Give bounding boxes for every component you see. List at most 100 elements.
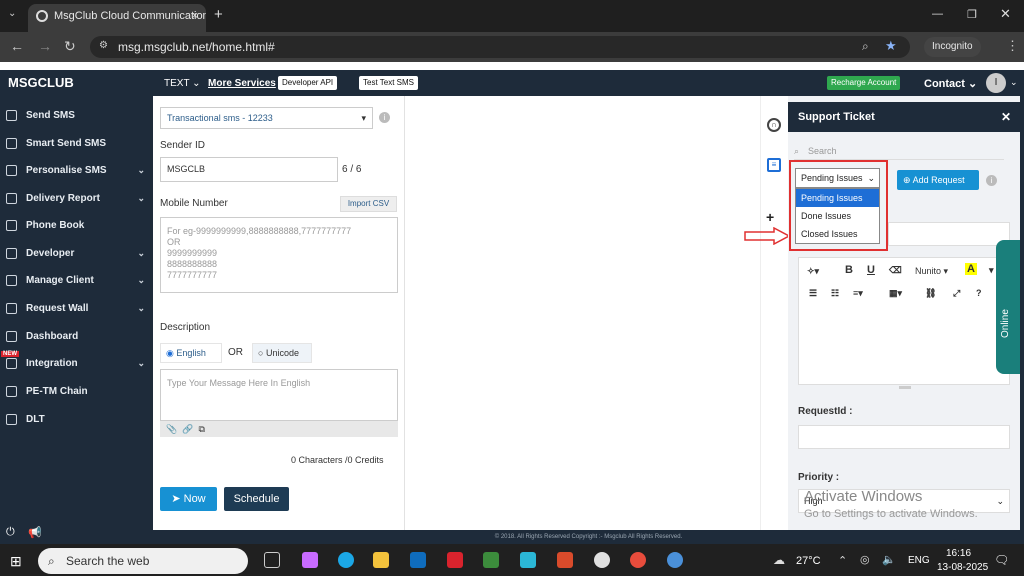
tab-search-icon[interactable]: ⌄: [8, 8, 16, 19]
outlook-icon[interactable]: [410, 552, 426, 568]
network-icon[interactable]: ◎: [860, 553, 870, 566]
eraser-icon[interactable]: ⌫: [889, 265, 902, 276]
underline-icon[interactable]: U: [867, 264, 875, 276]
mobile-placeholder-line: 8888888888: [167, 259, 218, 269]
info-icon[interactable]: i: [379, 112, 390, 123]
minimize-icon[interactable]: —: [932, 8, 943, 20]
incognito-badge[interactable]: Incognito: [924, 37, 981, 57]
sheets-icon[interactable]: [483, 552, 499, 568]
notification-icon[interactable]: 🗨: [994, 553, 1009, 567]
close-icon[interactable]: ✕: [1001, 110, 1011, 124]
windows-start-icon[interactable]: ⊞: [10, 553, 22, 570]
link-icon[interactable]: ⛓: [925, 288, 936, 299]
sidebar-item-dlt[interactable]: DLT: [0, 406, 153, 433]
developer-api-button[interactable]: Developer API: [278, 76, 338, 90]
message-field[interactable]: Type Your Message Here In English: [160, 369, 398, 421]
power-icon[interactable]: ⏻: [6, 526, 15, 539]
restore-icon[interactable]: ❐: [967, 8, 977, 21]
copy-icon[interactable]: ⧉: [198, 424, 204, 434]
test-text-sms-button[interactable]: Test Text SMS: [359, 76, 418, 90]
sidebar-item-integration[interactable]: Integration ⌄: [0, 350, 153, 377]
sidebar-item-delivery-report[interactable]: Delivery Report ⌄: [0, 185, 153, 212]
magic-wand-icon[interactable]: ✧▾: [807, 266, 819, 277]
info-icon[interactable]: i: [986, 175, 997, 186]
help-icon[interactable]: ?: [976, 288, 982, 298]
sidebar-item-smart-send-sms[interactable]: Smart Send SMS: [0, 130, 153, 157]
file-explorer-icon[interactable]: [373, 552, 389, 568]
language-indicator[interactable]: ENG: [908, 555, 930, 566]
tray-chevron-icon[interactable]: ⌃: [838, 554, 847, 567]
anydesk-icon[interactable]: [557, 552, 573, 568]
request-id-field[interactable]: [798, 425, 1010, 449]
url-field[interactable]: msg.msgclub.net/home.html#: [90, 36, 910, 58]
avatar-chevron-icon[interactable]: ⌄: [1010, 77, 1018, 88]
sidebar-item-request-wall[interactable]: Request Wall ⌄: [0, 295, 153, 322]
link-icon[interactable]: 🔗: [182, 424, 193, 434]
app-icon[interactable]: [667, 552, 683, 568]
sidebar-item-dashboard[interactable]: Dashboard: [0, 323, 153, 350]
back-icon[interactable]: ←: [10, 38, 24, 54]
close-tab-icon[interactable]: ×: [192, 4, 198, 28]
scrollbar[interactable]: [1020, 96, 1024, 530]
sidebar-item-manage-client[interactable]: Manage Client ⌄: [0, 267, 153, 294]
align-icon[interactable]: ≡▾: [853, 288, 863, 299]
avatar[interactable]: I: [986, 73, 1006, 93]
forward-icon[interactable]: →: [38, 38, 52, 54]
text-menu[interactable]: TEXT ⌄: [164, 78, 201, 89]
edge-icon[interactable]: [338, 552, 354, 568]
font-select[interactable]: Nunito ▾: [915, 266, 948, 277]
site-info-icon[interactable]: ⚙: [99, 40, 108, 51]
sender-id-field[interactable]: MSGCLB: [160, 157, 338, 182]
support-headset-icon[interactable]: ∩: [767, 118, 781, 132]
plus-icon[interactable]: +: [766, 209, 774, 225]
reload-icon[interactable]: ↻: [64, 38, 76, 55]
contact-menu[interactable]: Contact ⌄: [924, 77, 977, 90]
bookmark-star-icon[interactable]: ★: [885, 38, 897, 54]
chrome-icon[interactable]: [594, 552, 610, 568]
sidebar-item-personalise-sms[interactable]: Personalise SMS ⌄: [0, 157, 153, 184]
sidebar-item-pe-tm-chain[interactable]: PE-TM Chain: [0, 378, 153, 405]
schedule-button[interactable]: Schedule: [224, 487, 289, 511]
new-tab-icon[interactable]: +: [214, 6, 223, 23]
browser-tab[interactable]: MsgClub Cloud Communication ×: [28, 4, 206, 32]
sidebar-item-developer[interactable]: Developer ⌄: [0, 240, 153, 267]
announce-icon[interactable]: 📢: [28, 526, 42, 539]
add-request-button[interactable]: ⊕ Add Request: [897, 170, 979, 190]
search-input[interactable]: ⌕ Search: [794, 142, 1004, 160]
chrome-profile-icon[interactable]: [630, 552, 646, 568]
add-request-label: Add Request: [912, 175, 965, 185]
text-color-icon[interactable]: A: [965, 263, 977, 275]
sidebar-item-send-sms[interactable]: Send SMS: [0, 102, 153, 129]
copilot-icon[interactable]: [302, 552, 318, 568]
menu-icon[interactable]: ⋮: [1006, 38, 1019, 54]
volume-icon[interactable]: 🔈: [882, 553, 896, 566]
more-services-link[interactable]: More Services: [208, 78, 276, 89]
attachment-icon[interactable]: 📎: [166, 424, 177, 434]
bold-icon[interactable]: B: [845, 264, 853, 276]
numbered-list-icon[interactable]: ☷: [831, 288, 839, 299]
weather-icon[interactable]: ☁: [773, 553, 785, 567]
unicode-radio[interactable]: ○ Unicode: [252, 343, 312, 363]
ticket-icon[interactable]: ≡: [767, 158, 781, 172]
wps-icon[interactable]: [447, 552, 463, 568]
recharge-account-button[interactable]: Recharge Account: [827, 76, 901, 90]
route-select[interactable]: Transactional sms - 12233 ▾: [160, 107, 373, 129]
online-chat-tab[interactable]: [996, 240, 1022, 374]
zoom-icon[interactable]: ⌕: [862, 39, 869, 54]
app-icon[interactable]: [520, 552, 536, 568]
table-icon[interactable]: ▦▾: [889, 288, 902, 299]
mobile-number-field[interactable]: For eg-9999999999,8888888888,7777777777 …: [160, 217, 398, 293]
taskbar-search[interactable]: ⌕ Search the web: [38, 548, 248, 574]
sidebar-item-phone-book[interactable]: Phone Book: [0, 212, 153, 239]
resize-handle[interactable]: [899, 386, 911, 389]
color-dropdown-icon[interactable]: ▾: [989, 265, 994, 276]
task-view-icon[interactable]: [264, 552, 280, 568]
english-radio[interactable]: ◉ English: [160, 343, 222, 363]
bullet-list-icon[interactable]: ☰: [809, 288, 817, 299]
fullscreen-icon[interactable]: ⤢: [953, 288, 960, 299]
now-button[interactable]: ➤ Now: [160, 487, 217, 511]
close-window-icon[interactable]: ✕: [1000, 6, 1011, 22]
import-csv-button[interactable]: Import CSV: [340, 196, 397, 212]
rich-text-editor[interactable]: ✧▾ B U ⌫ Nunito ▾ A ▾ ☰ ☷ ≡▾ ▦▾ ⛓ ⤢ ?: [798, 257, 1010, 389]
subject-field[interactable]: [888, 222, 1010, 246]
